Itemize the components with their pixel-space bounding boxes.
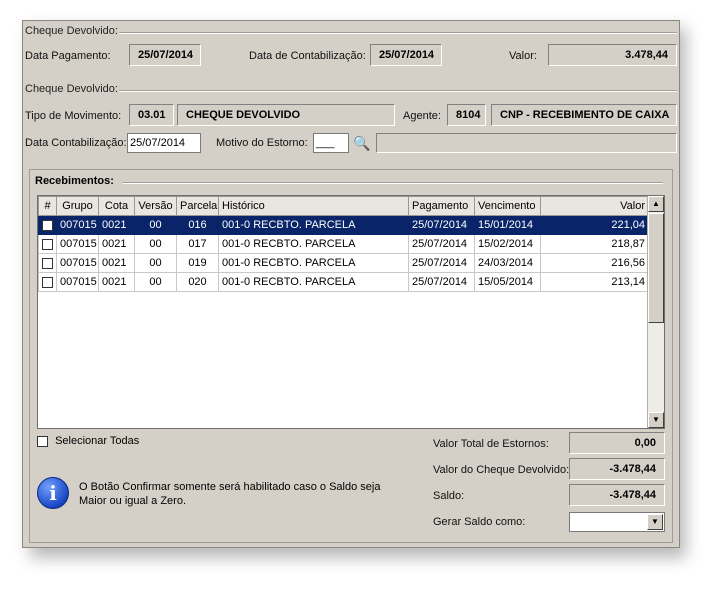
cell-cota: 0021 [98, 234, 135, 254]
table-row[interactable]: 007015 0021 00 020 001-0 RECBTO. PARCELA… [38, 272, 649, 292]
col-header-historico[interactable]: Histórico [218, 196, 409, 216]
motivo-estorno-label: Motivo do Estorno: [216, 137, 308, 149]
cell-versao: 00 [134, 272, 177, 292]
search-icon[interactable]: 🔍 [352, 133, 372, 153]
col-header-grupo[interactable]: Grupo [56, 196, 99, 216]
gerar-saldo-label: Gerar Saldo como: [433, 516, 526, 528]
cell-grupo: 007015 [56, 215, 99, 235]
cell-grupo: 007015 [56, 272, 99, 292]
cell-vencimento: 15/02/2014 [474, 234, 541, 254]
valor-cheque-label: Valor do Cheque Devolvido: [433, 464, 570, 476]
col-header-cota[interactable]: Cota [98, 196, 135, 216]
cheque-devolvido-panel: Cheque Devolvido: Data Pagamento: 25/07/… [22, 20, 680, 548]
cell-pagamento: 25/07/2014 [408, 253, 475, 273]
valor-total-estornos-label: Valor Total de Estornos: [433, 438, 549, 450]
col-header-parcela[interactable]: Parcela [176, 196, 219, 216]
cell-parcela: 016 [176, 215, 219, 235]
valor-field: 3.478,44 [548, 44, 677, 66]
saldo-field: -3.478,44 [569, 484, 665, 506]
col-header-index[interactable]: # [38, 196, 57, 216]
cell-valor: 216,56 [540, 253, 649, 273]
tipo-movimento-code-field: 03.01 [129, 104, 174, 126]
grid-vertical-scrollbar[interactable]: ▲ ▼ [647, 196, 664, 428]
recebimentos-table: # Grupo Cota Versão Parcela Histórico Pa… [38, 196, 649, 292]
selecionar-todas-checkbox[interactable] [37, 435, 48, 447]
data-pagamento-label: Data Pagamento: [25, 50, 111, 62]
selecionar-todas-checkbox-wrap[interactable]: Selecionar Todas [37, 435, 139, 447]
info-message-line1: O Botão Confirmar somente será habilitad… [79, 481, 381, 493]
agente-label: Agente: [403, 110, 441, 122]
gerar-saldo-value [570, 516, 573, 528]
tipo-movimento-label: Tipo de Movimento: [25, 110, 122, 122]
table-row[interactable]: 007015 0021 00 019 001-0 RECBTO. PARCELA… [38, 253, 649, 273]
cell-parcela: 019 [176, 253, 219, 273]
cell-pagamento: 25/07/2014 [408, 215, 475, 235]
cell-versao: 00 [134, 215, 177, 235]
grid-header-row: # Grupo Cota Versão Parcela Histórico Pa… [38, 196, 649, 216]
valor-cheque-field: -3.478,44 [569, 458, 665, 480]
chevron-down-icon[interactable]: ▼ [647, 514, 663, 530]
selecionar-todas-label: Selecionar Todas [55, 435, 140, 447]
scrollbar-thumb[interactable] [648, 213, 664, 323]
gerar-saldo-select[interactable]: ▼ [569, 512, 665, 532]
agente-code-field: 8104 [447, 104, 486, 126]
scroll-up-arrow-icon[interactable]: ▲ [648, 196, 664, 212]
section1-title: Cheque Devolvido: [25, 25, 118, 37]
recebimentos-grid[interactable]: # Grupo Cota Versão Parcela Histórico Pa… [37, 195, 665, 429]
row-checkbox[interactable] [42, 238, 53, 250]
table-row[interactable]: 007015 0021 00 017 001-0 RECBTO. PARCELA… [38, 234, 649, 254]
motivo-estorno-input[interactable]: ___ [313, 133, 349, 153]
recebimentos-divider [123, 182, 663, 184]
cell-versao: 00 [134, 234, 177, 254]
section1-divider [119, 32, 677, 34]
row-checkbox[interactable] [42, 257, 53, 269]
cell-historico: 001-0 RECBTO. PARCELA [218, 253, 409, 273]
cell-vencimento: 15/01/2014 [474, 215, 541, 235]
agente-desc-field: CNP - RECEBIMENTO DE CAIXA [491, 104, 677, 126]
cell-vencimento: 24/03/2014 [474, 253, 541, 273]
cell-parcela: 020 [176, 272, 219, 292]
cell-valor: 221,04 [540, 215, 649, 235]
info-icon: i [37, 477, 69, 509]
table-row[interactable]: 007015 0021 00 016 001-0 RECBTO. PARCELA… [38, 215, 649, 235]
cell-valor: 213,14 [540, 272, 649, 292]
cell-valor: 218,87 [540, 234, 649, 254]
data-contabilizacao-field: 25/07/2014 [370, 44, 442, 66]
info-message-line2: Maior ou igual a Zero. [79, 495, 186, 507]
valor-label: Valor: [509, 50, 537, 62]
col-header-valor[interactable]: Valor [540, 196, 649, 216]
cell-vencimento: 15/05/2014 [474, 272, 541, 292]
cell-historico: 001-0 RECBTO. PARCELA [218, 272, 409, 292]
data-contab-label: Data Contabilização: [25, 137, 127, 149]
data-pagamento-field: 25/07/2014 [129, 44, 201, 66]
section2-divider [119, 90, 677, 92]
row-checkbox[interactable] [42, 276, 53, 288]
cell-cota: 0021 [98, 253, 135, 273]
row-checkbox[interactable] [42, 219, 53, 231]
cell-cota: 0021 [98, 272, 135, 292]
cell-grupo: 007015 [56, 253, 99, 273]
valor-total-estornos-field: 0,00 [569, 432, 665, 454]
saldo-label: Saldo: [433, 490, 465, 502]
data-contab-input[interactable]: 25/07/2014 [127, 133, 201, 153]
cell-grupo: 007015 [56, 234, 99, 254]
col-header-vencimento[interactable]: Vencimento [474, 196, 541, 216]
data-contabilizacao-label: Data de Contabilização: [249, 50, 366, 62]
section2-title: Cheque Devolvido: [25, 83, 118, 95]
cell-parcela: 017 [176, 234, 219, 254]
col-header-pagamento[interactable]: Pagamento [408, 196, 475, 216]
scroll-down-arrow-icon[interactable]: ▼ [648, 412, 664, 428]
tipo-movimento-desc-field: CHEQUE DEVOLVIDO [177, 104, 395, 126]
recebimentos-title: Recebimentos: [35, 175, 118, 187]
cell-cota: 0021 [98, 215, 135, 235]
cell-pagamento: 25/07/2014 [408, 234, 475, 254]
cell-pagamento: 25/07/2014 [408, 272, 475, 292]
col-header-versao[interactable]: Versão [134, 196, 177, 216]
cell-historico: 001-0 RECBTO. PARCELA [218, 234, 409, 254]
cell-versao: 00 [134, 253, 177, 273]
cell-historico: 001-0 RECBTO. PARCELA [218, 215, 409, 235]
motivo-estorno-desc-field [376, 133, 677, 153]
